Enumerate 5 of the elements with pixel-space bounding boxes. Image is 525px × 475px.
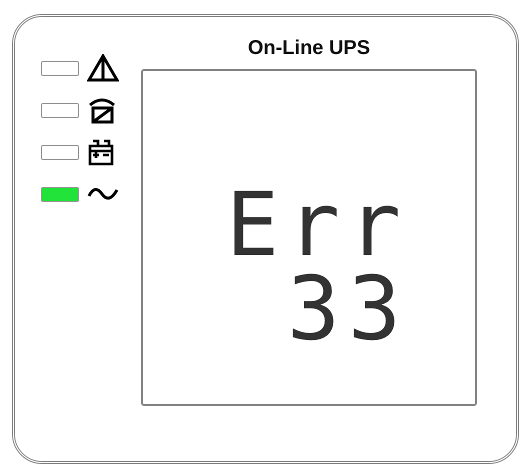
battery-icon <box>87 138 115 166</box>
warning-icon <box>87 54 119 82</box>
lcd-readout: 33 <box>287 267 409 351</box>
lcd-readout: Err <box>226 183 409 267</box>
panel-title: On-Line UPS <box>246 36 372 61</box>
